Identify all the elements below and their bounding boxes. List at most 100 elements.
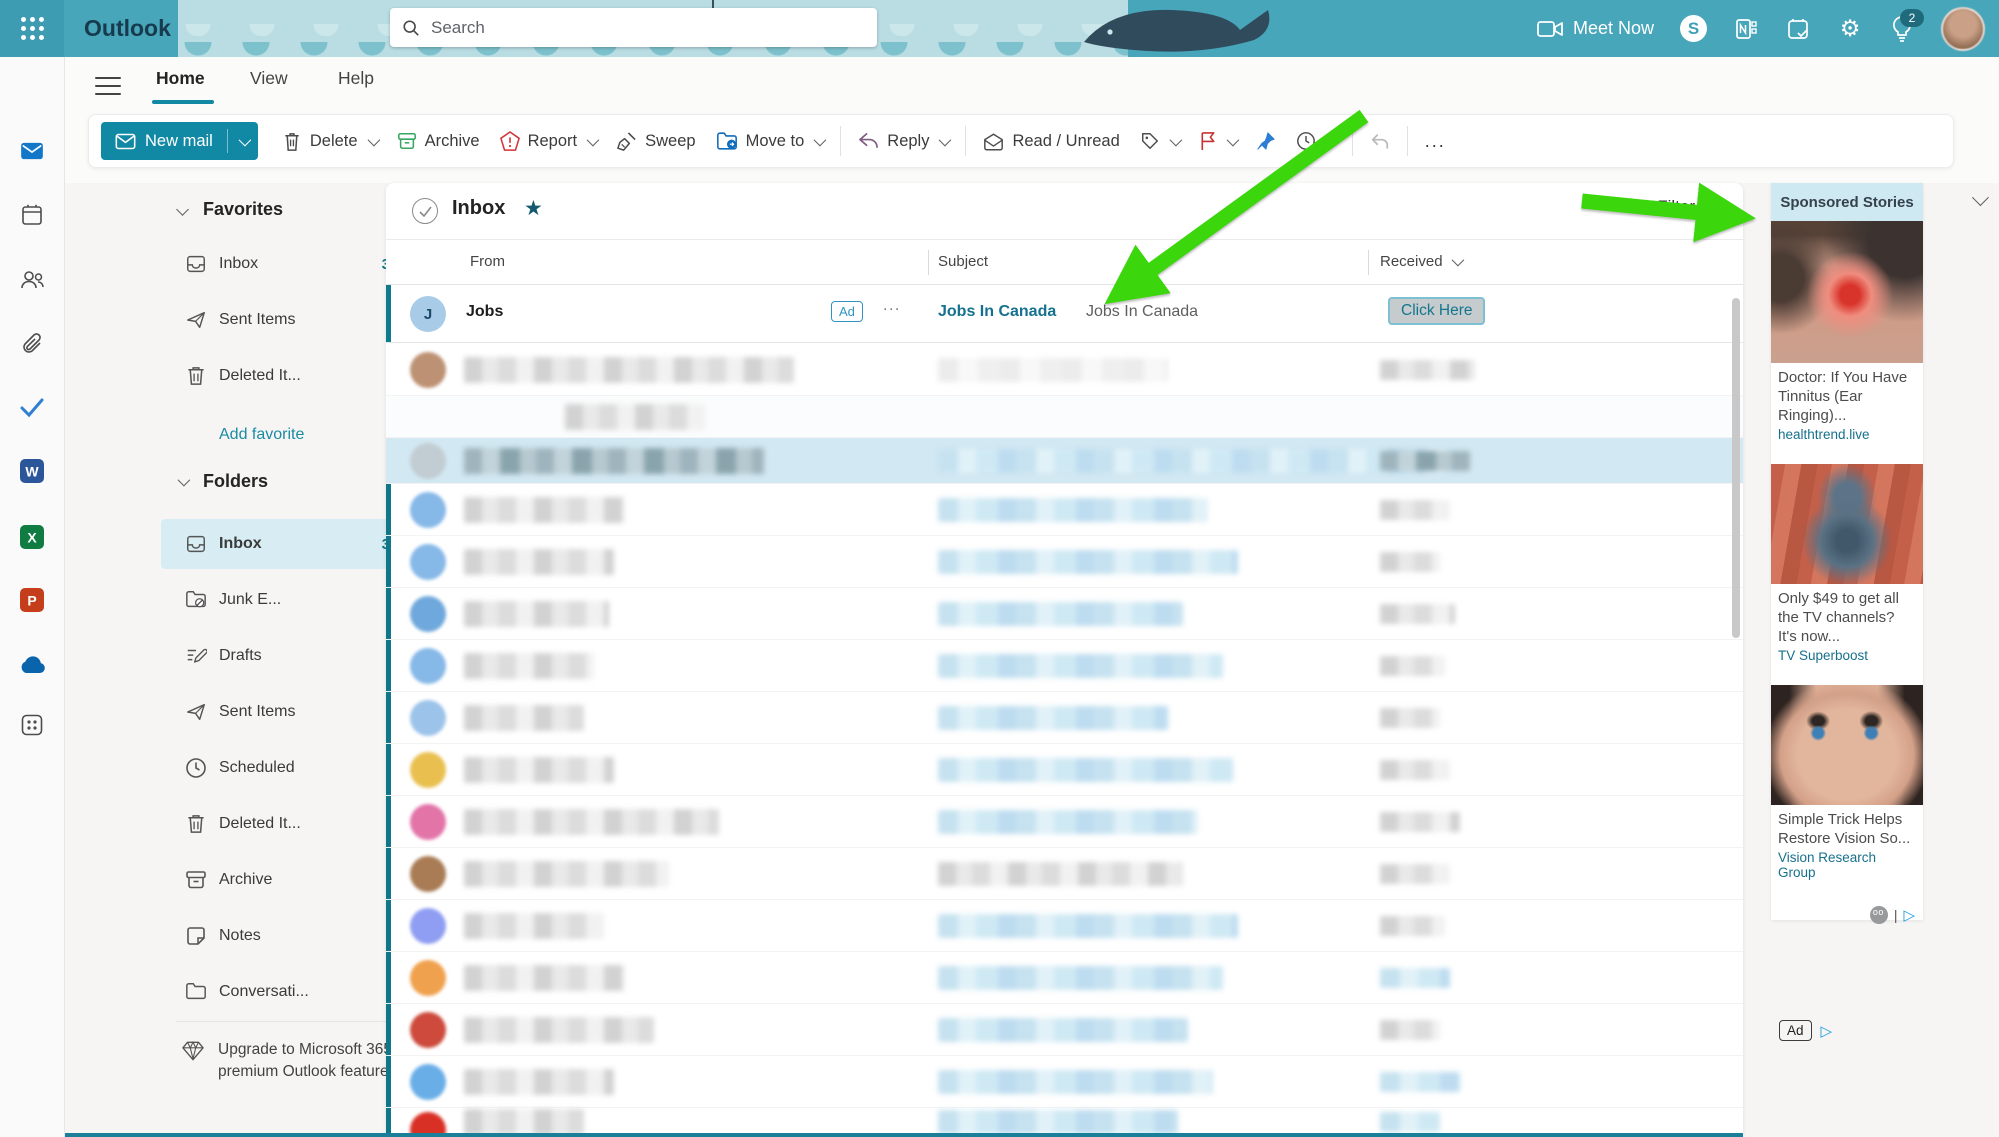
onenote-feed-icon[interactable] xyxy=(1733,16,1759,42)
rail-onedrive-icon[interactable] xyxy=(18,651,46,679)
reply-button[interactable]: Reply xyxy=(848,122,958,160)
favorite-star-icon[interactable]: ★ xyxy=(524,196,543,221)
redacted-sender xyxy=(464,549,614,575)
redacted-date xyxy=(1380,1020,1440,1040)
sponsored-stories-panel: Sponsored Stories Doctor: If You Have Ti… xyxy=(1771,183,1923,920)
rail-todo-check-icon[interactable] xyxy=(18,393,46,421)
search-input[interactable] xyxy=(429,17,865,39)
rail-more-apps-icon[interactable] xyxy=(18,711,46,739)
undo-button[interactable] xyxy=(1360,122,1400,160)
ad-feedback-icon[interactable] xyxy=(1870,906,1888,924)
email-row[interactable] xyxy=(386,343,1743,396)
rail-people-icon[interactable] xyxy=(18,266,46,294)
tab-help[interactable]: Help xyxy=(338,68,374,89)
rail-powerpoint-icon[interactable]: P xyxy=(18,586,46,614)
new-mail-button[interactable]: New mail xyxy=(101,122,258,160)
rail-calendar-icon[interactable] xyxy=(18,201,46,229)
rail-excel-icon[interactable]: X xyxy=(18,523,46,551)
archive-button[interactable]: Archive xyxy=(387,122,490,160)
sponsored-ad[interactable]: Doctor: If You Have Tinnitus (Ear Ringin… xyxy=(1771,221,1923,452)
tips-lightbulb-icon[interactable]: 2 xyxy=(1889,16,1915,42)
email-row[interactable] xyxy=(386,796,1743,848)
ad-source-link[interactable]: Vision Research Group xyxy=(1771,848,1923,890)
search-bar[interactable] xyxy=(390,8,877,47)
filter-button[interactable]: Filter xyxy=(1627,197,1695,217)
sender-avatar xyxy=(410,492,446,528)
sponsored-email-row[interactable]: J Jobs Ad ... Jobs In Canada Jobs In Can… xyxy=(386,285,1743,343)
snooze-button[interactable] xyxy=(1286,122,1345,160)
rail-word-icon[interactable]: W xyxy=(18,457,46,485)
categorize-button[interactable] xyxy=(1130,122,1189,160)
rail-mail-icon[interactable] xyxy=(18,137,46,165)
unread-indicator-bar xyxy=(386,588,391,639)
pin-button[interactable] xyxy=(1246,122,1286,160)
folders-section-header[interactable]: Folders xyxy=(176,471,268,492)
ad-source-link[interactable]: TV Superboost xyxy=(1771,646,1923,673)
report-button[interactable]: Report xyxy=(490,122,607,160)
list-scrollbar[interactable] xyxy=(1732,298,1740,638)
adchoices-icon[interactable]: ▷ xyxy=(1821,1022,1833,1040)
search-icon xyxy=(402,19,420,37)
folder-icon xyxy=(185,981,207,1003)
email-row[interactable] xyxy=(386,1056,1743,1108)
email-row[interactable] xyxy=(386,588,1743,640)
email-row[interactable] xyxy=(386,848,1743,900)
email-row[interactable] xyxy=(386,484,1743,536)
redacted-subject xyxy=(938,1070,1213,1094)
skype-icon[interactable]: S xyxy=(1680,15,1707,42)
unread-indicator-bar xyxy=(386,848,391,899)
favorites-section-header[interactable]: Favorites xyxy=(176,199,283,220)
sender-avatar xyxy=(410,596,446,632)
email-row[interactable] xyxy=(386,396,1743,438)
email-row[interactable] xyxy=(386,536,1743,588)
email-row[interactable] xyxy=(386,744,1743,796)
add-favorite-link[interactable]: Add favorite xyxy=(219,426,304,444)
ad-source-link[interactable]: healthtrend.live xyxy=(1771,425,1923,452)
email-row[interactable] xyxy=(386,640,1743,692)
ad-more-options[interactable]: ... xyxy=(883,297,901,315)
tab-home[interactable]: Home xyxy=(156,68,205,89)
email-row[interactable] xyxy=(386,900,1743,952)
delete-button[interactable]: Delete xyxy=(272,122,387,160)
account-avatar[interactable] xyxy=(1941,7,1985,51)
sender-avatar xyxy=(410,804,446,840)
redacted-date xyxy=(1380,552,1440,572)
column-received-label: Received xyxy=(1380,253,1443,270)
ad-image xyxy=(1771,464,1923,584)
column-from[interactable]: From xyxy=(470,253,505,270)
hamburger-menu-icon[interactable] xyxy=(95,77,121,97)
redacted-subject xyxy=(938,498,1208,522)
sponsored-ad[interactable]: Only $49 to get all the TV channels? It'… xyxy=(1771,464,1923,673)
meet-now-button[interactable]: Meet Now xyxy=(1537,18,1654,39)
collapse-ribbon-chevron[interactable] xyxy=(1971,192,1985,210)
meet-now-label: Meet Now xyxy=(1573,18,1654,39)
email-row[interactable] xyxy=(386,1108,1743,1135)
settings-gear-icon[interactable]: ⚙ xyxy=(1837,16,1863,42)
tab-view[interactable]: View xyxy=(250,68,288,89)
select-all-checkbox[interactable] xyxy=(412,198,438,224)
email-row[interactable] xyxy=(386,692,1743,744)
email-row[interactable] xyxy=(386,1004,1743,1056)
trash-icon xyxy=(282,131,302,152)
flag-button[interactable] xyxy=(1189,122,1246,160)
redacted-sender xyxy=(464,757,614,783)
more-options-button[interactable]: ... xyxy=(1415,131,1456,152)
redacted-subject xyxy=(938,810,1198,834)
column-subject[interactable]: Subject xyxy=(938,253,988,270)
sponsored-ad[interactable]: Simple Trick Helps Restore Vision So... … xyxy=(1771,685,1923,890)
todo-icon[interactable] xyxy=(1785,16,1811,42)
email-row[interactable] xyxy=(386,952,1743,1004)
app-launcher-button[interactable] xyxy=(0,0,64,57)
move-to-button[interactable]: Move to xyxy=(706,122,834,160)
sweep-button[interactable]: Sweep xyxy=(606,122,705,160)
adchoices-icon[interactable]: ▷ xyxy=(1903,906,1915,924)
rail-attachments-icon[interactable] xyxy=(18,330,46,358)
click-here-button[interactable]: Click Here xyxy=(1388,297,1485,325)
filter-label: Filter xyxy=(1657,197,1695,217)
unread-indicator-bar xyxy=(386,692,391,743)
column-received-sort[interactable]: Received xyxy=(1380,253,1461,270)
new-mail-dropdown[interactable] xyxy=(228,122,258,160)
unread-indicator-bar xyxy=(386,1004,391,1055)
email-row[interactable] xyxy=(386,438,1743,484)
read-unread-button[interactable]: Read / Unread xyxy=(973,122,1129,160)
